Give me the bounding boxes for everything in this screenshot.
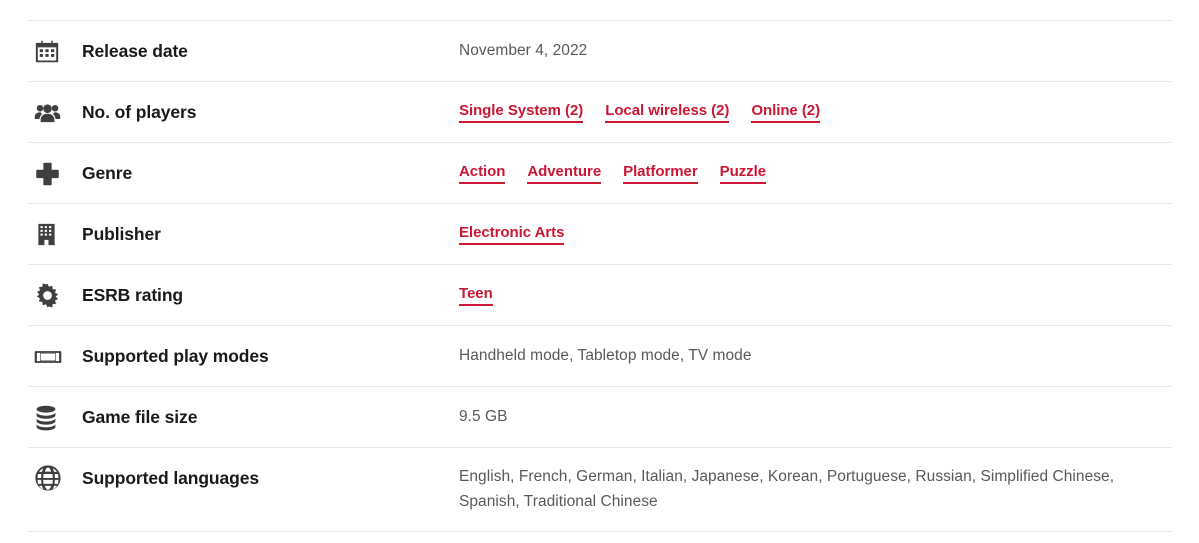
spec-value-cell: Electronic Arts <box>459 204 1172 265</box>
spec-label: Supported play modes <box>82 346 269 366</box>
database-icon <box>28 405 72 431</box>
spec-value: November 4, 2022 <box>459 42 588 60</box>
spec-label-cell: ESRB rating <box>28 265 459 326</box>
spec-row: Genre Action Adventure Platformer Puzzle <box>28 142 1172 203</box>
spec-label-cell: Supported languages <box>28 448 459 508</box>
spec-link-adventure[interactable]: Adventure <box>527 163 601 185</box>
spec-value-cell: 9.5 GB <box>459 387 1172 448</box>
spec-value: 9.5 GB <box>459 408 508 426</box>
esrb-links: Teen <box>459 285 493 307</box>
spec-link-teen[interactable]: Teen <box>459 285 493 307</box>
handheld-icon <box>28 343 72 371</box>
spec-link-action[interactable]: Action <box>459 163 505 185</box>
spec-row: Supported languages English, French, Ger… <box>28 447 1172 531</box>
players-icon <box>28 99 72 126</box>
spec-row: Publisher Electronic Arts <box>28 203 1172 264</box>
spec-link-electronic-arts[interactable]: Electronic Arts <box>459 224 564 246</box>
spec-label: Game file size <box>82 407 198 427</box>
spec-link-local-wireless[interactable]: Local wireless (2) <box>605 102 729 124</box>
spec-value: Handheld mode, Tabletop mode, TV mode <box>459 347 752 365</box>
game-specs-table: Release date November 4, 2022 No. of pla… <box>0 0 1199 532</box>
spec-value-cell: November 4, 2022 <box>459 21 1172 82</box>
calendar-icon <box>28 39 72 65</box>
building-icon <box>28 222 72 247</box>
spec-row: Supported play modes Handheld mode, Tabl… <box>28 325 1172 386</box>
spec-label: Release date <box>82 41 188 61</box>
spec-label-cell: Supported play modes <box>28 326 459 387</box>
spec-label-cell: Genre <box>28 143 459 204</box>
spec-label: ESRB rating <box>82 285 183 305</box>
spec-label: No. of players <box>82 102 197 122</box>
spec-link-single-system[interactable]: Single System (2) <box>459 102 583 124</box>
spec-label: Supported languages <box>82 467 260 488</box>
genre-links: Action Adventure Platformer Puzzle <box>459 163 766 185</box>
spec-link-online[interactable]: Online (2) <box>751 102 820 124</box>
spec-row: Release date November 4, 2022 <box>28 20 1172 81</box>
spec-label: Publisher <box>82 224 161 244</box>
dpad-icon <box>28 160 72 187</box>
spec-row: ESRB rating Teen <box>28 264 1172 325</box>
spec-value-cell: Action Adventure Platformer Puzzle <box>459 143 1172 204</box>
spec-value-cell: Single System (2) Local wireless (2) Onl… <box>459 82 1172 143</box>
spec-label-cell: No. of players <box>28 82 459 143</box>
spec-label-cell: Game file size <box>28 387 459 448</box>
spec-value-cell: Handheld mode, Tabletop mode, TV mode <box>459 326 1172 387</box>
spec-label: Genre <box>82 163 133 183</box>
publisher-links: Electronic Arts <box>459 224 564 246</box>
spec-label-cell: Release date <box>28 21 459 82</box>
spec-value-cell: Teen <box>459 265 1172 326</box>
spec-value: English, French, German, Italian, Japane… <box>459 468 1115 510</box>
spec-link-platformer[interactable]: Platformer <box>623 163 698 185</box>
spec-label-cell: Publisher <box>28 204 459 265</box>
gear-icon <box>28 282 72 309</box>
spec-row: Game file size 9.5 GB <box>28 386 1172 447</box>
spec-link-puzzle[interactable]: Puzzle <box>719 163 766 185</box>
spec-row: No. of players Single System (2) Local w… <box>28 81 1172 142</box>
globe-icon <box>28 464 72 492</box>
player-mode-links: Single System (2) Local wireless (2) Onl… <box>459 102 820 124</box>
spec-value-cell: English, French, German, Italian, Japane… <box>459 448 1172 532</box>
